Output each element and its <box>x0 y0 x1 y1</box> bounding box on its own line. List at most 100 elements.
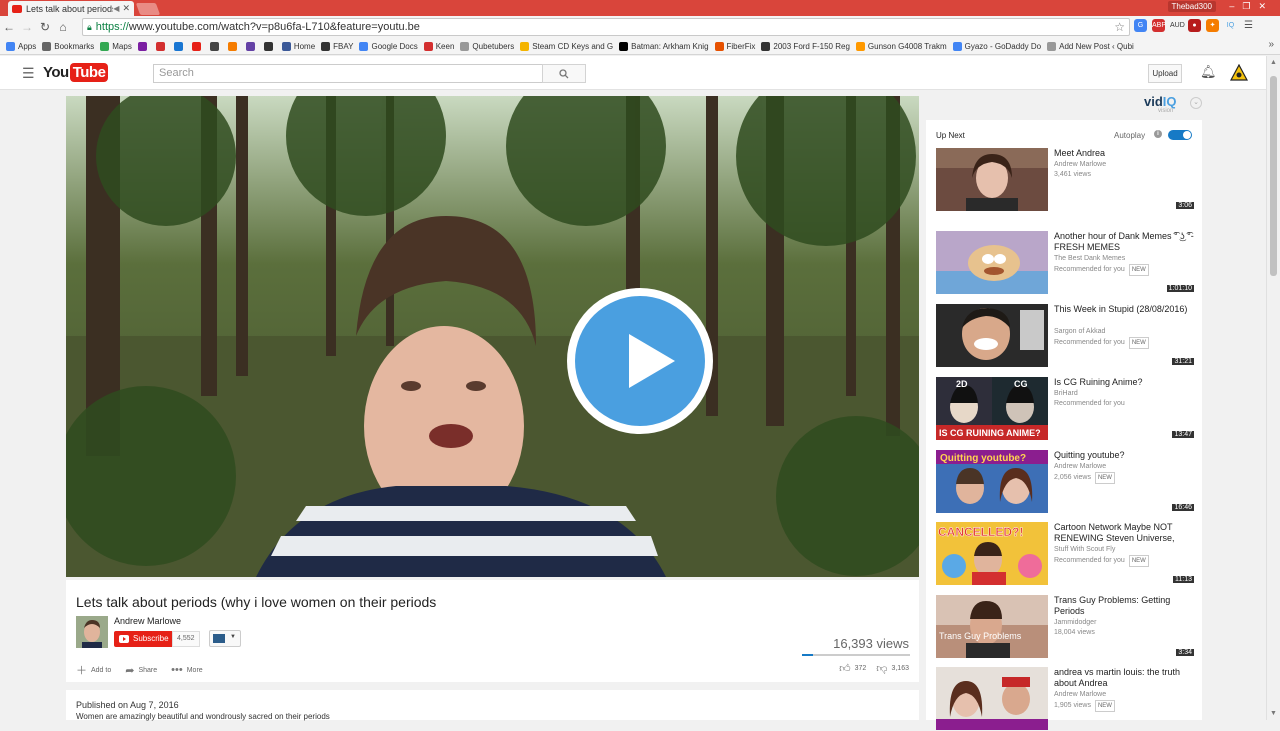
dislike-button[interactable]: 👎︎ 3,163 <box>876 662 909 675</box>
related-video-item[interactable]: 1:01:10 Another hour of Dank Memes ͡° ͜ʖ… <box>936 231 1196 295</box>
aud-extension-icon[interactable]: AUD <box>1170 19 1185 32</box>
related-title: Cartoon Network Maybe NOT RENEWING Steve… <box>1054 522 1175 543</box>
browser-tab[interactable]: Lets talk about periods ◀ ✕ <box>8 1 134 16</box>
add-to-button[interactable]: ＋ Add to <box>76 662 111 678</box>
bookmark-item[interactable]: Maps <box>100 41 132 51</box>
chevron-down-icon: ▼ <box>230 634 236 640</box>
bookmark-item[interactable] <box>209 41 222 51</box>
bookmark-item[interactable]: Batman: Arkham Knig <box>619 41 709 51</box>
bookmark-item[interactable]: Qubetubers <box>460 41 514 51</box>
bookmark-item[interactable]: Keen <box>423 41 455 51</box>
related-video-item[interactable]: 31:21 This Week in Stupid (28/08/2016) S… <box>936 304 1196 368</box>
window-controls[interactable]: –❐✕ <box>1229 1 1274 12</box>
profile-button[interactable]: Thebad300 <box>1167 1 1216 12</box>
vidiq-extension-icon[interactable]: IQ <box>1224 19 1237 32</box>
video-description: Published on Aug 7, 2016 Women are amazi… <box>66 690 919 721</box>
url-text: www.youtube.com/watch?v=p8u6fa-L710&feat… <box>128 21 420 33</box>
channel-name[interactable]: Andrew Marlowe <box>114 616 181 626</box>
home-icon[interactable]: ⌂ <box>54 20 72 34</box>
bookmark-star-icon[interactable]: ☆ <box>1114 20 1125 34</box>
channel-avatar[interactable] <box>76 616 108 648</box>
scroll-up-icon[interactable]: ▲ <box>1270 59 1277 66</box>
thumb-2d-label: 2D <box>956 379 968 389</box>
related-title: This Week in Stupid (28/08/2016) <box>1054 304 1188 314</box>
bookmark-item[interactable] <box>245 41 258 51</box>
related-channel: Andrew Marlowe <box>1054 691 1107 698</box>
page-scrollbar[interactable]: ▲ ▼ <box>1266 56 1280 720</box>
bookmark-item[interactable] <box>155 41 168 51</box>
related-video-item[interactable]: CANCELLED?! 11:13 Cartoon Network Maybe … <box>936 522 1196 586</box>
subscriber-count: 4,552 <box>172 631 200 647</box>
share-button[interactable]: ➦ Share <box>125 664 157 677</box>
scrollbar-thumb[interactable] <box>1270 76 1277 276</box>
related-meta-text: Recommended for you <box>1054 266 1125 273</box>
video-thumbnail <box>936 667 1048 730</box>
bookmark-item[interactable] <box>137 41 150 51</box>
scroll-down-icon[interactable]: ▼ <box>1270 710 1277 717</box>
address-bar[interactable]: 🔒︎ https:// www.youtube.com/watch?v=p8u6… <box>82 18 1130 36</box>
upload-button[interactable]: Upload <box>1148 64 1182 83</box>
subscribe-button[interactable]: Subscribe <box>114 631 174 647</box>
logo-tube-text: Tube <box>69 63 109 82</box>
related-video-item[interactable]: andrea vs martin louis: the truth about … <box>936 667 1196 731</box>
tab-close-icon[interactable]: ✕ <box>122 3 130 14</box>
back-icon[interactable]: ← <box>0 20 18 34</box>
vidiq-logo[interactable]: vidIQ <box>1144 94 1177 109</box>
bookmark-item[interactable]: 2003 Ford F-150 Reg <box>761 41 850 51</box>
guide-menu-icon[interactable]: ☰ <box>22 65 35 82</box>
video-thumbnail: Quitting youtube? <box>936 450 1048 513</box>
bookmarks-overflow-icon[interactable]: » <box>1268 39 1274 50</box>
search-button[interactable] <box>542 64 586 83</box>
duration-badge: 31:21 <box>1172 358 1194 365</box>
forward-icon[interactable]: → <box>18 20 36 34</box>
bookmark-item[interactable]: Gyazo - GoDaddy Do <box>952 41 1041 51</box>
bookmark-item[interactable]: Add New Post ‹ Qubi <box>1047 41 1134 51</box>
related-meta: Recommended for you NEW <box>1054 555 1149 567</box>
play-button[interactable] <box>567 288 713 434</box>
bookmark-item[interactable] <box>263 41 276 51</box>
new-tab-button[interactable] <box>135 3 161 15</box>
play-button-circle <box>575 296 705 426</box>
browser-toolbar: ← → ↻ ⌂ 🔒︎ https:// www.youtube.com/watc… <box>0 16 1280 38</box>
video-thumbnail <box>936 148 1048 211</box>
autoplay-toggle[interactable] <box>1168 130 1192 140</box>
chrome-menu-icon[interactable]: ☰ <box>1242 19 1255 32</box>
vidiq-subtitle: vision <box>1158 108 1174 114</box>
related-video-item[interactable]: 3:06 Meet Andrea Andrew Marlowe 3,461 vi… <box>936 148 1196 212</box>
bookmark-item[interactable]: Bookmarks <box>42 41 94 51</box>
account-avatar[interactable] <box>1230 64 1248 82</box>
bookmark-item[interactable]: Steam CD Keys and G <box>520 41 613 51</box>
bookmark-label: Keen <box>435 41 455 51</box>
more-button[interactable]: ••• More <box>171 664 203 676</box>
duration-badge: 16:46 <box>1172 504 1194 511</box>
bookmark-item[interactable] <box>173 41 186 51</box>
bookmark-item[interactable]: Apps <box>6 41 36 51</box>
search-input[interactable]: Search <box>153 64 543 83</box>
notifications-bell-icon[interactable]: 🔔︎ <box>1200 64 1217 80</box>
related-meta-text: Recommended for you <box>1054 339 1125 346</box>
bookmark-item[interactable]: Home <box>281 41 315 51</box>
bookmark-label: Gunson G4008 Trakm <box>867 41 947 51</box>
reload-icon[interactable]: ↻ <box>36 20 54 34</box>
related-channel: Andrew Marlowe <box>1054 463 1107 470</box>
ext-5-icon[interactable]: ✦ <box>1206 19 1219 32</box>
youtube-logo[interactable]: You Tube <box>43 63 109 82</box>
vidiq-expand-icon[interactable]: ⌄ <box>1190 97 1202 109</box>
bookmark-item[interactable]: Gunson G4008 Trakm <box>855 41 947 51</box>
like-button[interactable]: 👍︎ 372 <box>839 662 866 675</box>
related-meta-text: 2,056 views <box>1054 474 1091 481</box>
related-video-item[interactable]: Trans Guy Problems 3:34 Trans Guy Proble… <box>936 595 1196 659</box>
related-video-item[interactable]: 2D CG IS CG RUINING ANIME? 13:47 Is CG Rui… <box>936 377 1196 441</box>
lastpass-extension-icon[interactable]: ● <box>1188 19 1201 32</box>
bookmark-item[interactable] <box>227 41 240 51</box>
channel-settings-button[interactable]: ▼ <box>209 630 241 647</box>
translate-extension-icon[interactable]: G <box>1134 19 1147 32</box>
video-player[interactable] <box>66 96 919 577</box>
bookmark-item[interactable] <box>191 41 204 51</box>
info-icon[interactable]: i <box>1154 130 1162 138</box>
adblock-extension-icon[interactable]: ABP <box>1152 19 1166 32</box>
related-video-item[interactable]: Quitting youtube? 16:46 Quitting youtube… <box>936 450 1196 514</box>
bookmark-item[interactable]: FiberFix <box>714 41 755 51</box>
bookmark-item[interactable]: Google Docs <box>359 41 418 51</box>
bookmark-item[interactable]: FBAY <box>321 41 353 51</box>
